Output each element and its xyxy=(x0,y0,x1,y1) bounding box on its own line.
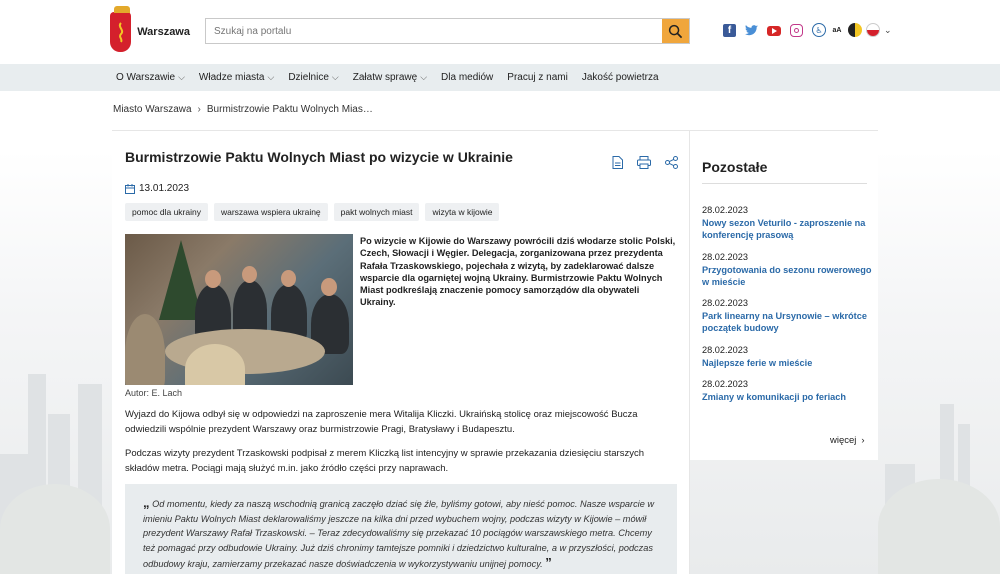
tag[interactable]: wizyta w kijowie xyxy=(425,203,500,221)
tag[interactable]: warszawa wspiera ukrainę xyxy=(213,203,328,221)
news-link[interactable]: Nowy sezon Veturilo - zaproszenie na kon… xyxy=(702,217,872,241)
social-links: f xyxy=(723,24,803,37)
nav-item-jakosc-powietrza[interactable]: Jakość powietrza xyxy=(582,72,659,83)
list-item[interactable]: 28.02.2023 Park linearny na Ursynowie – … xyxy=(702,298,872,334)
chevron-down-icon: ⌵ xyxy=(420,72,428,82)
nav-item-o-warszawie[interactable]: O Warszawie ⌵ xyxy=(116,72,185,83)
site-header: Warszawa f ♿ aA ⌄ xyxy=(0,0,1000,64)
list-item[interactable]: 28.02.2023 Najlepsze ferie w mieście xyxy=(702,345,872,369)
facebook-icon[interactable]: f xyxy=(723,24,736,37)
article-paragraph: Podczas wizyty prezydent Trzaskowski pod… xyxy=(125,448,644,474)
article-actions xyxy=(612,156,678,169)
calendar-icon xyxy=(125,183,135,194)
tag[interactable]: pomoc dla ukrainy xyxy=(125,203,208,221)
article-quote: „ Od momentu, kiedy za naszą wschodnią g… xyxy=(125,484,677,574)
article-lead: Po wizycie w Kijowie do Warszawy powróci… xyxy=(360,236,676,308)
nav-item-dzielnice[interactable]: Dzielnice ⌵ xyxy=(288,72,338,83)
sidebar-other-news: Pozostałe 28.02.2023 Nowy sezon Veturilo… xyxy=(690,130,878,460)
nav-item-pracuj-z-nami[interactable]: Pracuj z nami xyxy=(507,72,568,83)
language-flag-icon[interactable] xyxy=(866,23,880,37)
news-link[interactable]: Najlepsze ferie w mieście xyxy=(702,357,872,369)
youtube-icon[interactable] xyxy=(767,25,781,36)
share-icon[interactable] xyxy=(665,156,678,169)
chevron-right-icon: › xyxy=(197,104,201,115)
quote-open-icon: „ xyxy=(143,495,150,510)
news-link[interactable]: Przygotowania do sezonu rowerowego w mie… xyxy=(702,264,872,288)
list-item[interactable]: 28.02.2023 Zmiany w komunikacji po feria… xyxy=(702,379,872,403)
more-link[interactable]: więcej › xyxy=(830,435,865,446)
breadcrumb-current: Burmistrzowie Paktu Wolnych Mias… xyxy=(206,104,373,115)
twitter-icon[interactable] xyxy=(745,24,758,37)
article-tags: pomoc dla ukrainy warszawa wspiera ukrai… xyxy=(125,203,500,221)
article-paragraph: Wyjazd do Kijowa odbył się w odpowiedzi … xyxy=(125,409,638,435)
chevron-down-icon: ⌵ xyxy=(331,72,339,82)
pdf-icon[interactable] xyxy=(612,156,623,169)
contrast-icon[interactable] xyxy=(848,23,862,37)
quote-close-icon: ” xyxy=(545,554,552,570)
tag[interactable]: pakt wolnych miast xyxy=(333,203,420,221)
article-card: Burmistrzowie Paktu Wolnych Miast po wiz… xyxy=(112,130,690,574)
accessibility-tools: ♿ aA ⌄ xyxy=(812,23,892,37)
search-icon xyxy=(668,24,683,38)
warszawa-crest-icon xyxy=(110,6,132,52)
search-bar xyxy=(205,18,690,44)
article-title: Burmistrzowie Paktu Wolnych Miast po wiz… xyxy=(125,149,513,165)
warszawa-logo[interactable]: Warszawa xyxy=(110,6,190,54)
chevron-right-icon: › xyxy=(861,435,865,446)
breadcrumb-home-link[interactable]: Miasto Warszawa xyxy=(113,104,192,115)
font-size-icon[interactable]: aA xyxy=(830,23,844,37)
nav-item-wladze-miasta[interactable]: Władze miasta ⌵ xyxy=(199,72,274,83)
print-icon[interactable] xyxy=(637,156,651,169)
nav-item-dla-mediow[interactable]: Dla mediów xyxy=(441,72,493,83)
article-photo[interactable] xyxy=(125,234,353,385)
quote-text: Od momentu, kiedy za naszą wschodnią gra… xyxy=(143,499,655,569)
article-date-text: 13.01.2023 xyxy=(139,183,190,194)
breadcrumb: Miasto Warszawa › Burmistrzowie Paktu Wo… xyxy=(113,104,373,115)
list-item[interactable]: 28.02.2023 Nowy sezon Veturilo - zaprosz… xyxy=(702,205,872,241)
chevron-down-icon: ⌵ xyxy=(267,72,275,82)
nav-item-zalatw-sprawe[interactable]: Załatw sprawę ⌵ xyxy=(353,72,427,83)
photo-author: Autor: E. Lach xyxy=(125,388,183,398)
accessibility-icon[interactable]: ♿ xyxy=(812,23,826,37)
sidebar-heading: Pozostałe xyxy=(702,159,768,175)
news-link[interactable]: Zmiany w komunikacji po feriach xyxy=(702,391,872,403)
chevron-down-icon: ⌵ xyxy=(178,72,185,82)
main-nav: O Warszawie ⌵ Władze miasta ⌵ Dzielnice ⌵ Z… xyxy=(0,64,1000,91)
search-input[interactable] xyxy=(206,19,662,43)
chevron-down-icon[interactable]: ⌄ xyxy=(884,25,892,36)
list-item[interactable]: 28.02.2023 Przygotowania do sezonu rower… xyxy=(702,252,872,288)
search-button[interactable] xyxy=(662,19,689,43)
article-date: 13.01.2023 xyxy=(125,183,189,194)
instagram-icon[interactable] xyxy=(790,24,803,37)
news-link[interactable]: Park linearny na Ursynowie – wkrótce poc… xyxy=(702,310,872,334)
logo-text: Warszawa xyxy=(137,26,190,38)
